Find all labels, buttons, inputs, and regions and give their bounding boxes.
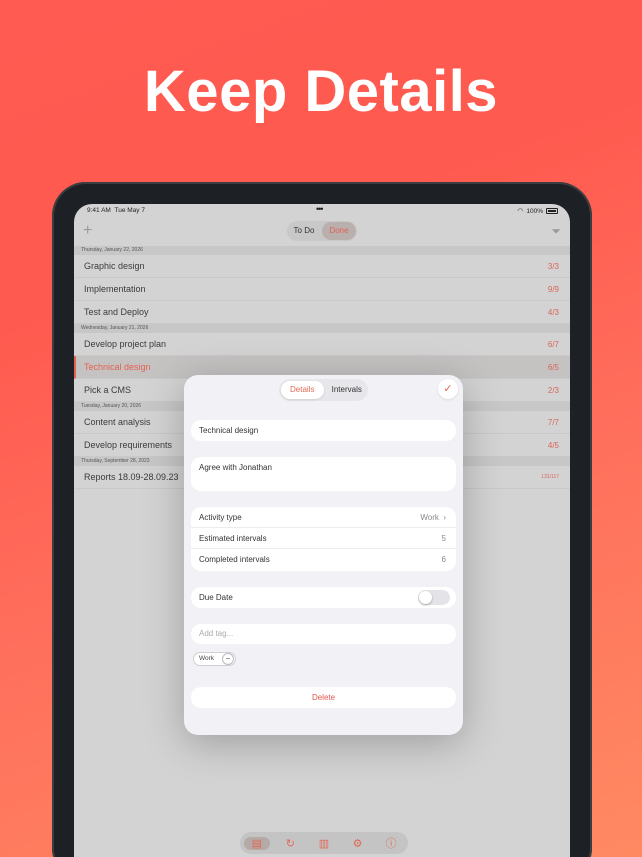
toolbar: + To Do Done ⏷ bbox=[74, 218, 570, 246]
estimated-intervals-row[interactable]: Estimated intervals 5 bbox=[191, 528, 456, 549]
section-header: Thursday, January 22, 2026 bbox=[74, 246, 570, 255]
add-icon[interactable]: + bbox=[83, 222, 92, 240]
status-time: 9:41 AM bbox=[87, 207, 111, 214]
note-field[interactable]: Agree with Jonathan bbox=[191, 457, 456, 491]
interval-settings-group: Activity type Work › Estimated intervals… bbox=[191, 507, 456, 571]
estimated-intervals-value: 5 bbox=[441, 534, 446, 543]
details-intervals-segment: Details Intervals bbox=[279, 379, 368, 401]
interval-count: 4/3 bbox=[547, 308, 559, 317]
tag-chip[interactable]: Work − bbox=[193, 652, 236, 666]
due-date-toggle[interactable] bbox=[418, 590, 450, 605]
battery-icon bbox=[546, 208, 558, 214]
activity-type-value: Work bbox=[420, 513, 439, 522]
activity-type-label: Activity type bbox=[199, 513, 242, 522]
remove-tag-icon[interactable]: − bbox=[222, 653, 234, 665]
list-item[interactable]: Implementation 9/9 bbox=[74, 278, 570, 301]
chevron-right-icon: › bbox=[443, 513, 446, 522]
due-date-label: Due Date bbox=[199, 593, 233, 602]
tab-intervals[interactable]: Intervals bbox=[326, 379, 369, 401]
section-header: Wednesday, January 21, 2026 bbox=[74, 324, 570, 333]
segment-todo[interactable]: To Do bbox=[287, 221, 321, 241]
list-item[interactable]: Develop project plan 6/7 bbox=[74, 333, 570, 356]
interval-count: 131/117 bbox=[541, 474, 559, 480]
settings-tab-icon[interactable]: ⚙ bbox=[345, 837, 371, 850]
interval-count: 4/5 bbox=[547, 441, 559, 450]
interval-count: 3/3 bbox=[547, 262, 559, 271]
segment-done[interactable]: Done bbox=[322, 222, 356, 240]
battery-percent: 100% bbox=[526, 207, 543, 215]
filter-icon[interactable]: ⏷ bbox=[551, 224, 561, 239]
interval-count: 6/7 bbox=[547, 340, 559, 349]
completed-intervals-value: 6 bbox=[441, 555, 446, 564]
stats-tab-icon[interactable]: ▥ bbox=[311, 837, 337, 850]
interval-count: 7/7 bbox=[547, 418, 559, 427]
tab-bar: ▤ ↻ ▥ ⚙ ⓘ bbox=[240, 832, 408, 854]
title-field[interactable]: Technical design bbox=[191, 420, 456, 441]
interval-count: 9/9 bbox=[547, 285, 559, 294]
interval-count: 6/5 bbox=[547, 363, 559, 372]
list-item[interactable]: Test and Deploy 4/3 bbox=[74, 301, 570, 324]
completed-intervals-label: Completed intervals bbox=[199, 555, 270, 564]
status-bar: 9:41 AM Tue May 7 ••• ◠ 100% bbox=[74, 204, 570, 218]
wifi-icon: ◠ bbox=[517, 208, 524, 215]
info-tab-icon[interactable]: ⓘ bbox=[378, 835, 404, 851]
activity-type-row[interactable]: Activity type Work › bbox=[191, 507, 456, 528]
completed-intervals-row[interactable]: Completed intervals 6 bbox=[191, 549, 456, 570]
due-date-row: Due Date bbox=[191, 587, 456, 608]
timer-tab-icon[interactable]: ↻ bbox=[277, 837, 303, 850]
tag-chip-label: Work bbox=[199, 655, 215, 662]
delete-button[interactable]: Delete bbox=[191, 687, 456, 708]
status-date: Tue May 7 bbox=[114, 207, 145, 214]
headline: Keep Details bbox=[143, 59, 499, 124]
task-details-modal: Details Intervals ✓ Technical design Agr… bbox=[184, 375, 463, 735]
interval-count: 2/3 bbox=[547, 386, 559, 395]
multitasking-dots: ••• bbox=[316, 204, 324, 214]
add-tag-input[interactable]: Add tag... bbox=[191, 624, 456, 644]
todo-done-segment: To Do Done bbox=[287, 221, 357, 241]
list-item[interactable]: Graphic design 3/3 bbox=[74, 255, 570, 278]
checkmark-icon[interactable]: ✓ bbox=[438, 379, 458, 399]
list-tab-icon[interactable]: ▤ bbox=[243, 836, 270, 850]
estimated-intervals-label: Estimated intervals bbox=[199, 534, 267, 543]
tab-details[interactable]: Details bbox=[281, 381, 324, 399]
